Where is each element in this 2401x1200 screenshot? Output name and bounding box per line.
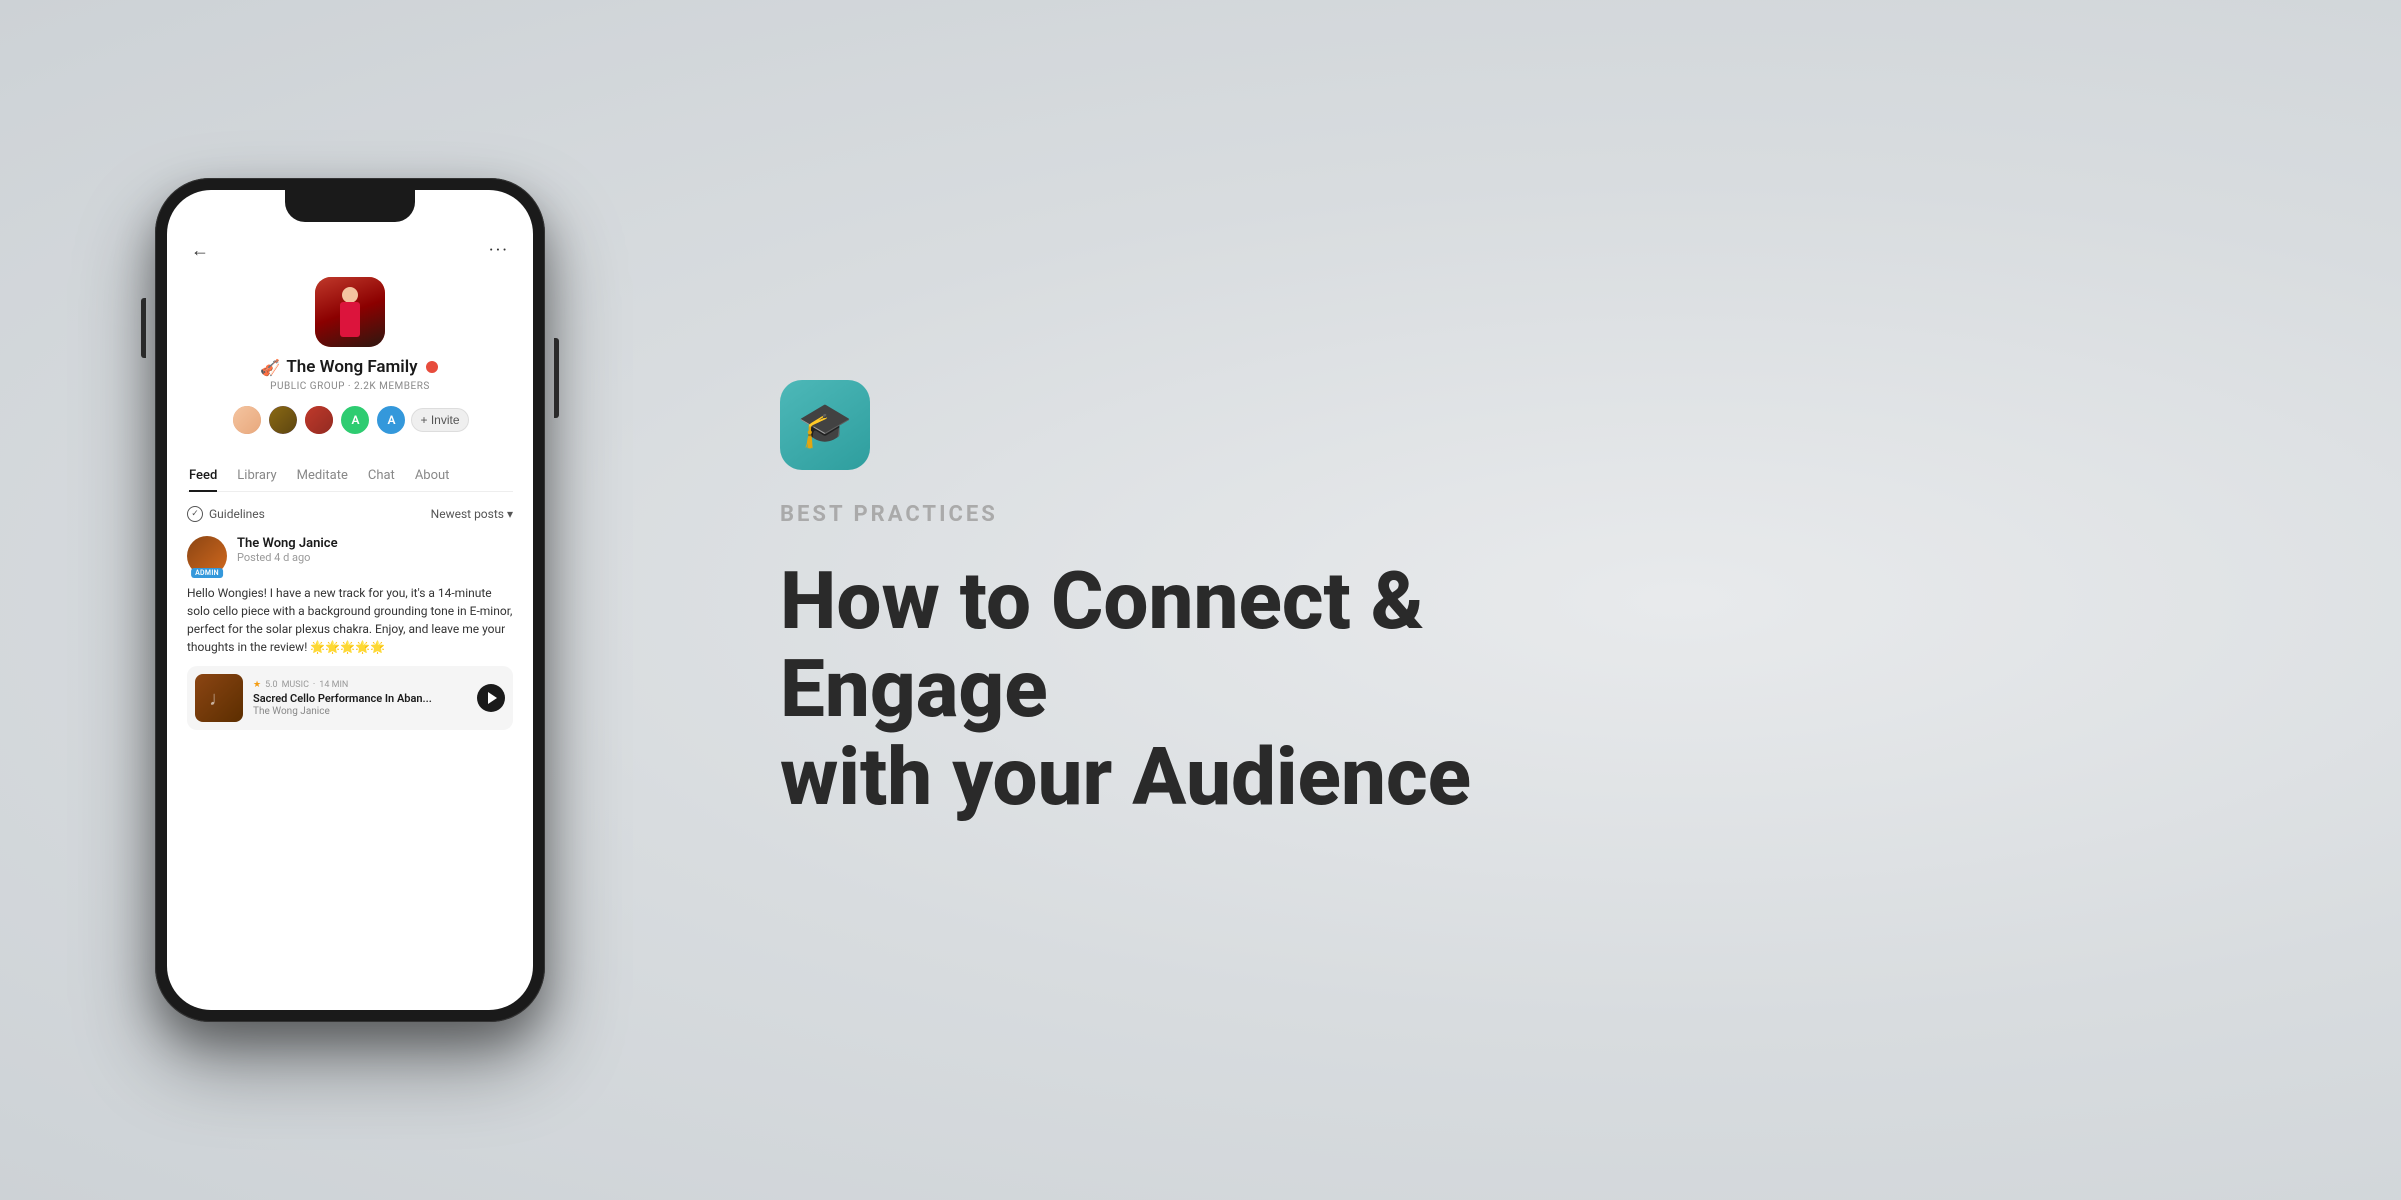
guidelines-bar: ✓ Guidelines Newest posts ▾	[187, 506, 513, 522]
post-item: ADMIN The Wong Janice Posted 4 d ago Hel…	[187, 536, 513, 730]
group-profile: 🎻 The Wong Family PUBLIC GROUP · 2.2K ME…	[187, 277, 513, 452]
phone-notch	[285, 190, 415, 222]
play-icon	[488, 692, 497, 704]
bullet-separator: ·	[313, 680, 315, 690]
group-avatar	[315, 277, 385, 347]
left-section: ← ··· 🎻 The Wong Family PUB	[0, 0, 700, 1200]
phone-screen: ← ··· 🎻 The Wong Family PUB	[167, 190, 533, 1010]
guidelines-icon: ✓	[187, 506, 203, 522]
chevron-down-icon: ▾	[507, 507, 513, 521]
member-avatar-1	[231, 404, 263, 436]
phone-top-bar: ← ···	[187, 240, 513, 261]
newest-posts-sort[interactable]: Newest posts ▾	[431, 507, 513, 521]
group-name-row: 🎻 The Wong Family	[260, 357, 439, 377]
group-meta: PUBLIC GROUP · 2.2K MEMBERS	[270, 381, 430, 392]
admin-badge: ADMIN	[191, 568, 223, 578]
music-meta: ★ 5.0 MUSIC · 14 MIN	[253, 680, 467, 690]
back-arrow-icon[interactable]: ←	[191, 240, 209, 261]
graduation-cap-icon: 🎓	[798, 399, 853, 451]
music-title: Sacred Cello Performance In Aban...	[253, 692, 467, 705]
main-title: How to Connect & Engage with your Audien…	[780, 557, 1530, 821]
tab-chat[interactable]: Chat	[368, 468, 395, 491]
face-3	[305, 406, 333, 434]
group-name-text: The Wong Family	[286, 357, 417, 377]
post-avatar: ADMIN	[187, 536, 227, 576]
member-avatar-4: A	[339, 404, 371, 436]
tab-about[interactable]: About	[415, 468, 450, 491]
invite-button[interactable]: + Invite	[411, 408, 468, 432]
guidelines-label[interactable]: Guidelines	[209, 507, 265, 521]
music-rating: 5.0	[265, 680, 278, 690]
group-name-emoji: 🎻	[260, 358, 280, 377]
guidelines-left: ✓ Guidelines	[187, 506, 265, 522]
group-avatar-image	[315, 277, 385, 347]
tab-meditate[interactable]: Meditate	[297, 468, 348, 491]
music-card[interactable]: ★ 5.0 MUSIC · 14 MIN Sacred Cello Perfor…	[187, 666, 513, 730]
star-icon: ★	[253, 680, 261, 690]
main-title-line2: with your Audience	[780, 730, 1471, 824]
face-2	[269, 406, 297, 434]
post-text: Hello Wongies! I have a new track for yo…	[187, 584, 513, 656]
member-avatar-3	[303, 404, 335, 436]
nav-tabs: Feed Library Meditate Chat About	[187, 468, 513, 492]
tab-feed[interactable]: Feed	[189, 468, 217, 491]
post-author: The Wong Janice	[237, 536, 513, 551]
post-header: ADMIN The Wong Janice Posted 4 d ago	[187, 536, 513, 576]
phone-mockup: ← ··· 🎻 The Wong Family PUB	[155, 178, 545, 1022]
right-section: 🎓 BEST PRACTICES How to Connect & Engage…	[700, 300, 2401, 901]
newest-posts-label: Newest posts	[431, 507, 504, 521]
members-row: A A + Invite	[231, 404, 468, 436]
music-thumbnail	[195, 674, 243, 722]
music-category: MUSIC	[282, 680, 309, 690]
tab-library[interactable]: Library	[237, 468, 276, 491]
group-live-badge	[424, 359, 440, 375]
app-icon: 🎓	[780, 380, 870, 470]
face-1	[233, 406, 261, 434]
play-button[interactable]	[477, 684, 505, 712]
music-duration: 14 MIN	[319, 680, 348, 690]
cello-figure	[325, 282, 375, 347]
more-options-icon[interactable]: ···	[489, 240, 509, 261]
post-meta: The Wong Janice Posted 4 d ago	[237, 536, 513, 564]
music-info: ★ 5.0 MUSIC · 14 MIN Sacred Cello Perfor…	[253, 680, 467, 717]
post-time: Posted 4 d ago	[237, 551, 513, 564]
best-practices-label: BEST PRACTICES	[780, 502, 2281, 527]
member-avatar-2	[267, 404, 299, 436]
screen-content: ← ··· 🎻 The Wong Family PUB	[167, 190, 533, 1010]
main-title-line1: How to Connect & Engage	[780, 554, 1424, 736]
music-artist: The Wong Janice	[253, 706, 467, 717]
member-avatar-5: A	[375, 404, 407, 436]
